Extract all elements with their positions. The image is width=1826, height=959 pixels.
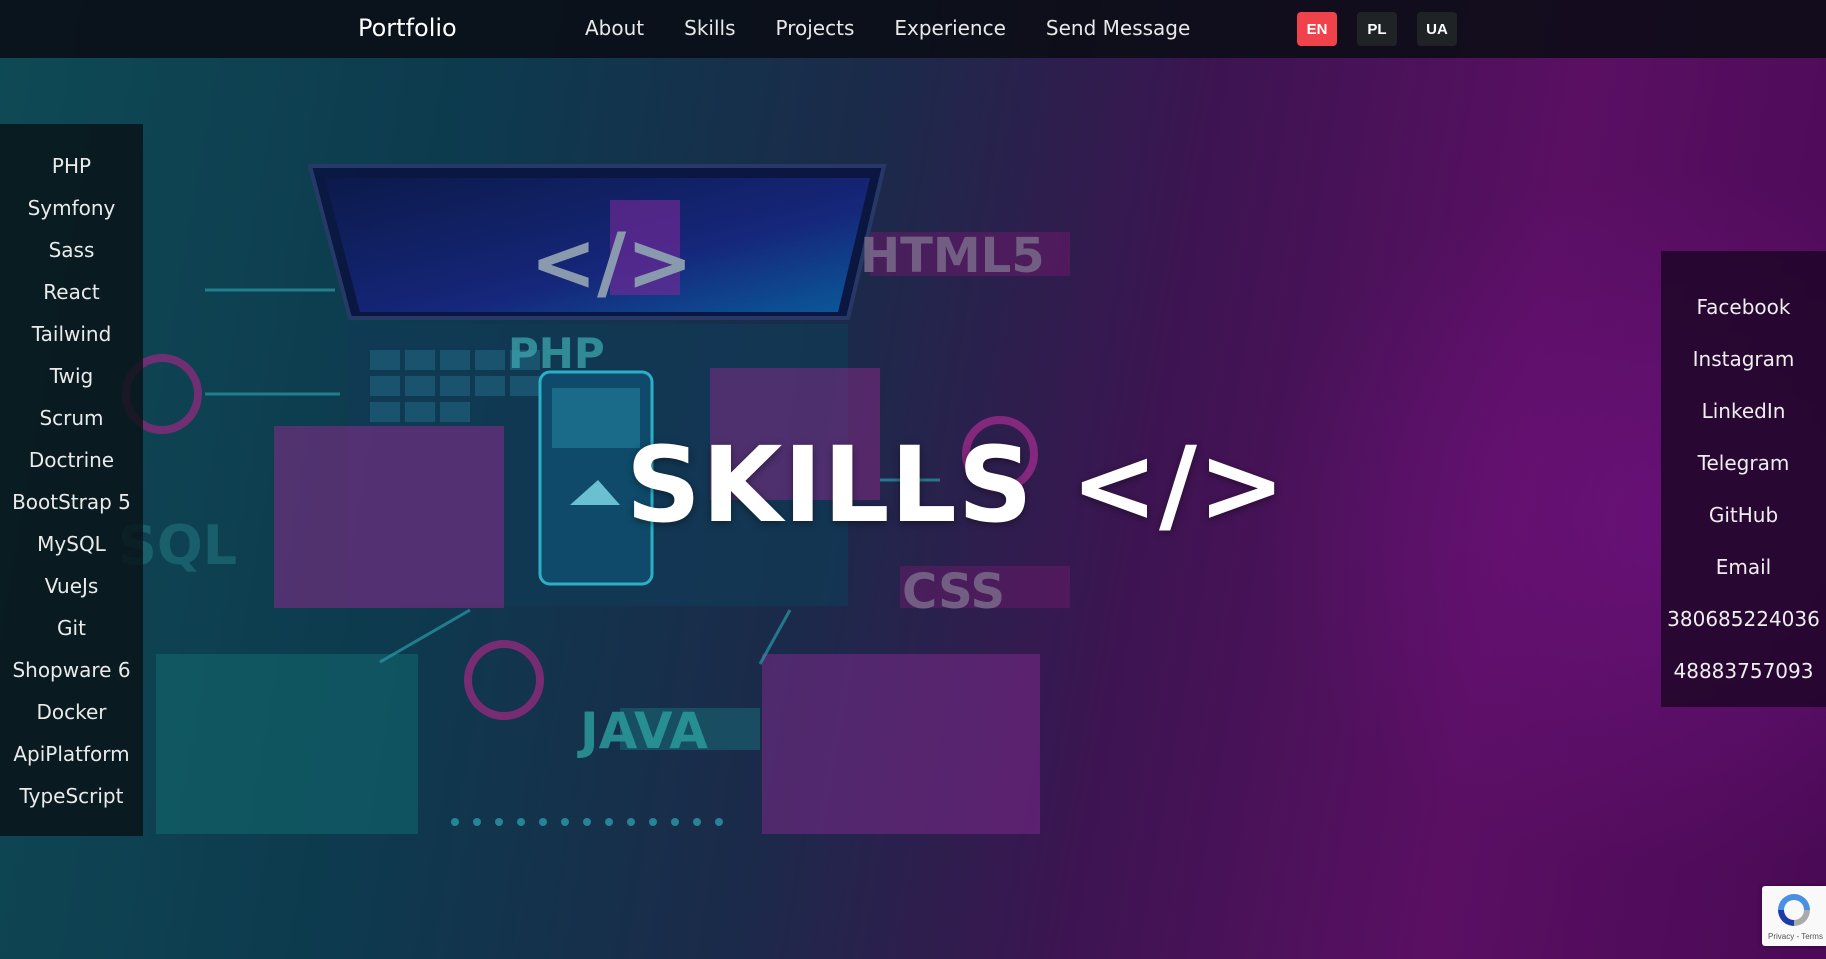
main-menu: About Skills Projects Experience Send Me… bbox=[585, 16, 1230, 40]
social-sidebar: Facebook Instagram LinkedIn Telegram Git… bbox=[1661, 251, 1826, 707]
skill-item: BootStrap 5 bbox=[12, 490, 131, 514]
brand-logo[interactable]: Portfolio bbox=[358, 14, 457, 42]
skill-item: React bbox=[43, 280, 100, 304]
social-link-telegram[interactable]: Telegram bbox=[1661, 437, 1826, 489]
language-switcher: EN PL UA bbox=[1297, 12, 1477, 46]
css-art: CSS bbox=[902, 564, 1005, 620]
skill-item: Git bbox=[57, 616, 86, 640]
phone-link-pl[interactable]: 48883757093 bbox=[1661, 645, 1826, 697]
skill-item: Symfony bbox=[27, 196, 116, 220]
lang-button-pl[interactable]: PL bbox=[1357, 12, 1397, 46]
recaptcha-terms[interactable]: Privacy - Terms bbox=[1768, 932, 1823, 941]
social-link-instagram[interactable]: Instagram bbox=[1661, 333, 1826, 385]
skill-item: MySQL bbox=[37, 532, 106, 556]
social-link-github[interactable]: GitHub bbox=[1661, 489, 1826, 541]
skill-item: ApiPlatform bbox=[13, 742, 130, 766]
recaptcha-icon bbox=[1778, 894, 1810, 926]
phone-link-ua[interactable]: 380685224036 bbox=[1661, 593, 1826, 645]
social-link-email[interactable]: Email bbox=[1661, 541, 1826, 593]
skill-item: Scrum bbox=[39, 406, 104, 430]
nav-link-skills[interactable]: Skills bbox=[684, 16, 735, 40]
skill-item: Shopware 6 bbox=[12, 658, 131, 682]
html5-art: HTML5 bbox=[860, 228, 1045, 284]
skill-item: VueJs bbox=[44, 574, 99, 598]
skill-item: TypeScript bbox=[19, 784, 124, 808]
skills-sidebar: PHP Symfony Sass React Tailwind Twig Scr… bbox=[0, 124, 143, 836]
nav-link-send-message[interactable]: Send Message bbox=[1046, 16, 1190, 40]
social-link-linkedin[interactable]: LinkedIn bbox=[1661, 385, 1826, 437]
skill-item: PHP bbox=[51, 154, 92, 178]
skill-item: Doctrine bbox=[28, 448, 115, 472]
social-link-facebook[interactable]: Facebook bbox=[1661, 281, 1826, 333]
nav-link-about[interactable]: About bbox=[585, 16, 644, 40]
code-tag-art: </> bbox=[530, 216, 693, 309]
lang-button-en[interactable]: EN bbox=[1297, 12, 1337, 46]
skill-item: Tailwind bbox=[31, 322, 112, 346]
recaptcha-badge[interactable]: Privacy - Terms bbox=[1762, 886, 1826, 946]
hero-title: SKILLS </> bbox=[626, 424, 1287, 546]
lang-button-ua[interactable]: UA bbox=[1417, 12, 1457, 46]
top-navbar: Portfolio About Skills Projects Experien… bbox=[0, 0, 1826, 58]
skill-item: Twig bbox=[49, 364, 94, 388]
skill-item: Docker bbox=[36, 700, 107, 724]
nav-link-experience[interactable]: Experience bbox=[894, 16, 1006, 40]
java-art: JAVA bbox=[577, 702, 708, 760]
nav-link-projects[interactable]: Projects bbox=[776, 16, 855, 40]
skill-item: Sass bbox=[48, 238, 95, 262]
